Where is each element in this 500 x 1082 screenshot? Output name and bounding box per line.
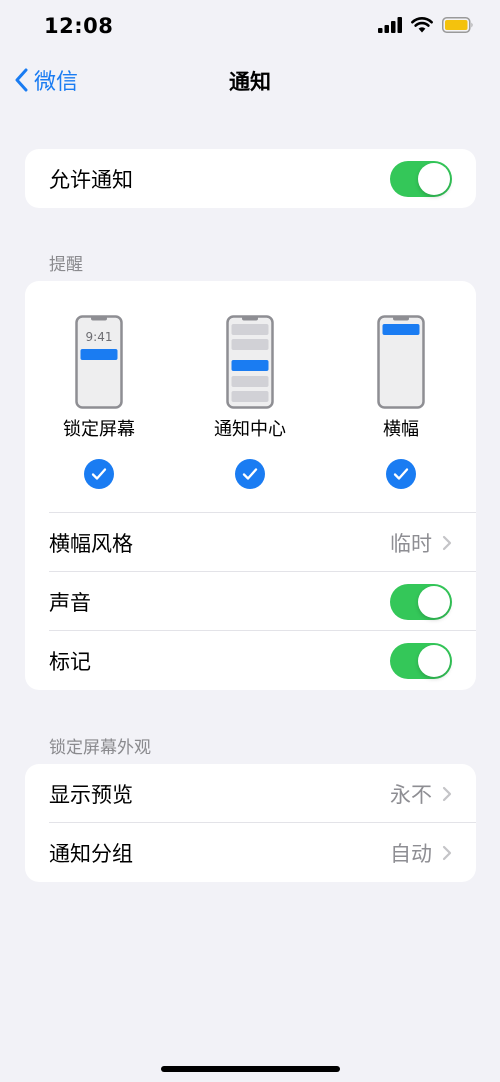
status-icons — [378, 17, 474, 33]
badges-row: 标记 — [25, 631, 476, 690]
allow-notifications-toggle[interactable] — [390, 160, 452, 197]
status-bar: 12:08 — [0, 0, 500, 54]
sounds-toggle[interactable] — [390, 583, 452, 620]
lock-screen-preview-time: 9:41 — [86, 330, 113, 344]
banner-style-row[interactable]: 横幅风格 临时 — [25, 513, 476, 572]
sounds-label: 声音 — [49, 590, 91, 615]
notification-grouping-value: 自动 — [390, 841, 432, 866]
lock-screen-group: 显示预览 永不 通知分组 自动 — [25, 764, 476, 882]
show-previews-row[interactable]: 显示预览 永不 — [25, 764, 476, 823]
status-time: 12:08 — [44, 14, 114, 38]
allow-notifications-label: 允许通知 — [49, 167, 133, 192]
badges-label: 标记 — [49, 649, 91, 674]
alerts-section-header: 提醒 — [49, 255, 83, 275]
banners-phone-icon — [377, 315, 425, 409]
chevron-right-icon — [442, 845, 452, 860]
page-title: 通知 — [229, 70, 271, 94]
wifi-icon — [411, 17, 433, 33]
allow-notifications-row: 允许通知 — [25, 149, 476, 208]
chevron-right-icon — [442, 535, 452, 550]
badges-toggle[interactable] — [390, 642, 452, 679]
alerts-group: 9:41 锁定屏幕 通知中心 横幅 横幅风格 临时 声音 标记 — [25, 281, 476, 690]
toggle-knob — [418, 585, 450, 618]
banner-style-label: 横幅风格 — [49, 531, 133, 556]
show-previews-value: 永不 — [390, 782, 432, 807]
alert-style-chooser: 9:41 锁定屏幕 通知中心 横幅 — [25, 281, 476, 513]
checkmark-icon — [84, 459, 114, 489]
checkmark-icon — [235, 459, 265, 489]
lock-screen-phone-icon: 9:41 — [75, 315, 123, 409]
alert-option-label: 锁定屏幕 — [63, 419, 135, 440]
alert-option-lock-screen[interactable]: 9:41 锁定屏幕 — [29, 281, 169, 513]
lock-screen-section-header: 锁定屏幕外观 — [49, 738, 151, 758]
notification-settings-screen: 12:08 微信 通知 允许通知 提醒 9:41 锁定屏幕 通知中心 横幅 横幅… — [0, 0, 500, 1082]
checkmark-icon — [386, 459, 416, 489]
show-previews-label: 显示预览 — [49, 782, 133, 807]
navigation-bar: 微信 通知 — [0, 54, 500, 104]
home-indicator[interactable] — [161, 1066, 340, 1072]
notification-grouping-label: 通知分组 — [49, 841, 133, 866]
allow-notifications-group: 允许通知 — [25, 149, 476, 208]
alert-option-label: 横幅 — [383, 419, 419, 440]
banner-style-value: 临时 — [390, 531, 432, 556]
notification-grouping-row[interactable]: 通知分组 自动 — [25, 823, 476, 882]
notification-center-phone-icon — [226, 315, 274, 409]
chevron-right-icon — [442, 786, 452, 801]
alert-option-banners[interactable]: 横幅 — [331, 281, 471, 513]
cellular-signal-icon — [378, 17, 402, 33]
toggle-knob — [418, 644, 450, 677]
alert-option-label: 通知中心 — [214, 419, 286, 440]
alert-option-notification-center[interactable]: 通知中心 — [180, 281, 320, 513]
toggle-knob — [418, 162, 450, 195]
battery-icon — [442, 17, 473, 33]
sounds-row: 声音 — [25, 572, 476, 631]
